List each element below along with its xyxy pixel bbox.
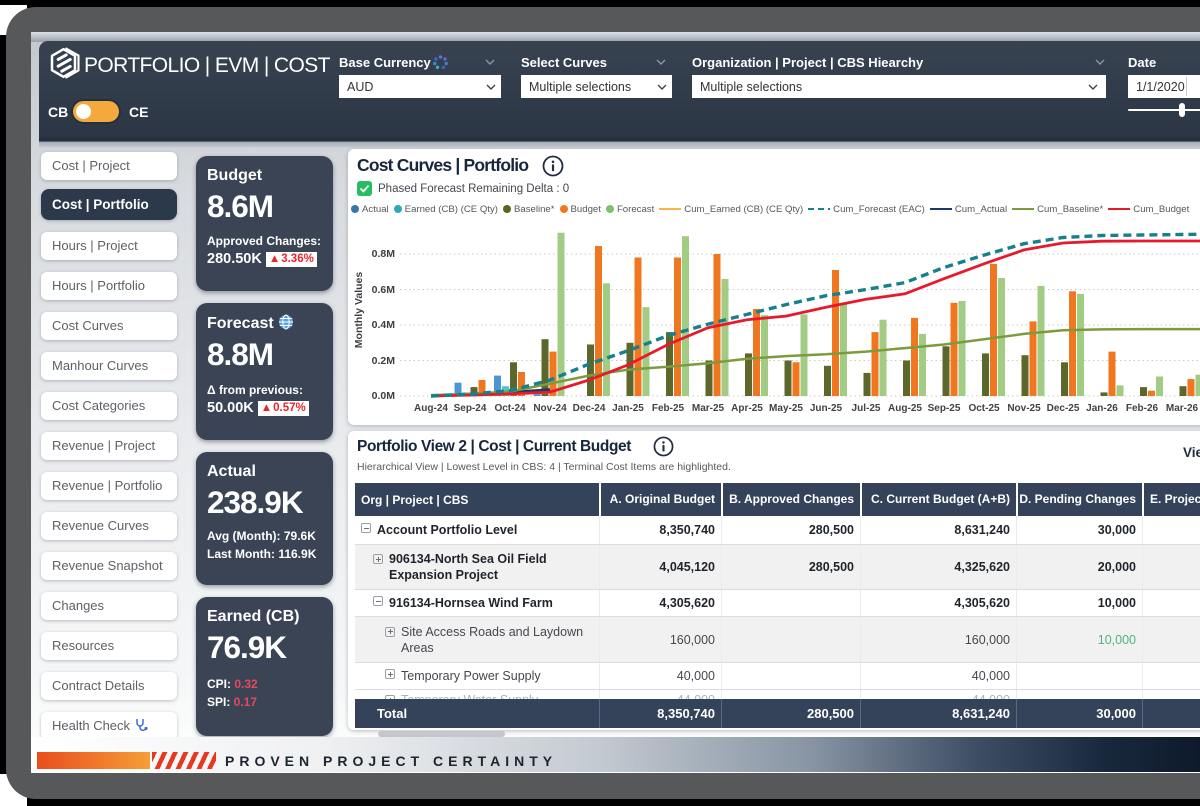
svg-text:Nov-25: Nov-25 (1007, 403, 1041, 414)
svg-text:Dec-25: Dec-25 (1047, 403, 1080, 414)
svg-text:Mar-25: Mar-25 (692, 403, 725, 414)
svg-text:Monthly Values: Monthly Values (353, 272, 365, 349)
svg-text:Aug-25: Aug-25 (888, 403, 922, 414)
svg-text:Apr-25: Apr-25 (731, 403, 763, 414)
svg-text:Jan-25: Jan-25 (612, 403, 644, 414)
svg-text:Aug-24: Aug-24 (414, 403, 448, 414)
svg-text:Sep-24: Sep-24 (454, 403, 487, 414)
svg-text:0.2M: 0.2M (372, 355, 396, 367)
svg-text:Sep-25: Sep-25 (928, 403, 961, 414)
svg-text:Oct-24: Oct-24 (494, 403, 526, 414)
svg-text:0.0M: 0.0M (372, 390, 396, 402)
svg-text:Oct-25: Oct-25 (968, 403, 1000, 414)
svg-text:Dec-24: Dec-24 (573, 403, 606, 414)
svg-text:Feb-26: Feb-26 (1126, 403, 1159, 414)
svg-text:Mar-26: Mar-26 (1166, 403, 1199, 414)
svg-text:0.6M: 0.6M (372, 284, 396, 296)
svg-text:May-25: May-25 (769, 403, 803, 414)
svg-text:Nov-24: Nov-24 (533, 403, 567, 414)
svg-text:0.4M: 0.4M (372, 319, 396, 331)
svg-text:Jan-26: Jan-26 (1086, 403, 1118, 414)
svg-text:Jun-25: Jun-25 (810, 403, 843, 414)
svg-text:Feb-25: Feb-25 (652, 403, 685, 414)
svg-text:Jul-25: Jul-25 (852, 403, 881, 414)
svg-text:0.8M: 0.8M (372, 248, 396, 260)
